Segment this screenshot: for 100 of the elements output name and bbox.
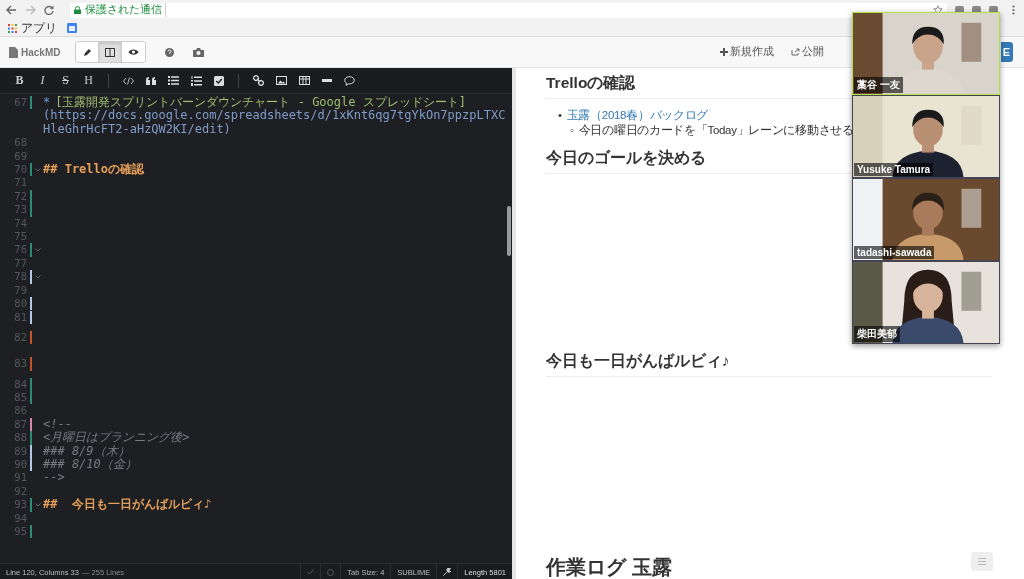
calendar-icon[interactable] — [67, 23, 77, 33]
reload-icon[interactable] — [44, 5, 54, 15]
line-number: 91 — [13, 471, 27, 485]
strikethrough-button[interactable]: S — [54, 73, 77, 88]
line-number: 85 — [13, 390, 27, 405]
bullet-mark: * — [43, 95, 51, 109]
line-number: 95 — [13, 524, 27, 539]
line-number: 93 — [13, 498, 27, 512]
line-number: 87 — [13, 417, 27, 432]
check-icon[interactable] — [307, 569, 315, 575]
columns-icon — [105, 47, 116, 57]
numbered-list-icon[interactable] — [191, 75, 202, 86]
video-tile[interactable]: tadashi-sawada — [852, 178, 1000, 261]
line-number: 76 — [13, 243, 27, 257]
brand-title[interactable]: HackMD — [21, 46, 61, 58]
line-number: 80 — [13, 297, 27, 311]
section-heading: 今日のゴールを決める — [546, 149, 706, 166]
line-number: 74 — [13, 216, 27, 231]
comment-code: --> — [43, 470, 65, 485]
comment-code: <月曜日はプランニング後> — [43, 430, 190, 445]
video-tile[interactable]: 藁谷 一友 — [852, 12, 1000, 95]
line-number: 72 — [13, 189, 27, 204]
line-number: 84 — [13, 377, 27, 391]
participant-name: tadashi-sawada — [854, 246, 935, 259]
italic-button[interactable]: I — [31, 73, 54, 88]
publish-link[interactable]: 公開 — [790, 45, 824, 59]
participant-name: Yusuke Tamura — [854, 163, 934, 176]
scrollbar-thumb[interactable] — [507, 206, 511, 256]
lock-icon — [74, 6, 81, 14]
heading-code: ## 今日も一日がんばルビィ♪ — [43, 497, 212, 512]
table-icon[interactable] — [299, 76, 310, 85]
plus-icon — [719, 48, 728, 56]
camera-icon[interactable] — [193, 47, 205, 57]
fold-icon[interactable] — [35, 167, 41, 172]
link-icon[interactable] — [253, 75, 264, 86]
bullet-list-icon[interactable] — [168, 76, 179, 85]
section-heading: 今日も一日がんばルビィ♪ — [546, 352, 730, 369]
line-number: 79 — [13, 283, 27, 298]
comment-code: ### 8/9（木） — [43, 443, 130, 458]
list-item: 今日の曜日のカードを「Today」レーンに移動させる — [578, 124, 854, 136]
help-icon[interactable] — [165, 47, 175, 57]
address-field[interactable]: 保護された通信 — [70, 2, 947, 18]
share-icon — [790, 48, 800, 56]
section-heading: Trelloの確認 — [546, 74, 636, 91]
fold-icon[interactable] — [35, 274, 41, 279]
new-note-link[interactable]: 新規作成 — [719, 45, 774, 59]
line-number: 68 — [13, 136, 27, 150]
split-mode-button[interactable] — [99, 42, 123, 62]
wrench-icon[interactable] — [443, 568, 452, 576]
line-number: 92 — [13, 484, 27, 499]
view-mode-button[interactable] — [122, 42, 146, 62]
line-number: 69 — [13, 149, 27, 164]
file-icon — [9, 46, 18, 58]
line-number: 71 — [13, 176, 27, 190]
comment-code: ### 8/10（金） — [43, 456, 137, 471]
bullet-mark: • — [558, 109, 562, 121]
video-tile[interactable]: 柴田美郁 — [852, 261, 1000, 344]
list-link[interactable]: 玉露（2018春）バックログ — [566, 109, 709, 121]
line-number: 67 — [13, 96, 27, 110]
comment-code: <!-- — [43, 416, 72, 431]
line-number: 86 — [13, 404, 27, 418]
link-label: [玉露開発スプリントバーンダウンチャート - Google スプレッドシート] — [55, 95, 466, 109]
line-number: 78 — [13, 270, 27, 284]
quote-icon[interactable] — [146, 76, 156, 85]
share-button[interactable]: E — [1000, 42, 1013, 62]
edit-mode-button[interactable] — [76, 42, 100, 62]
star-icon[interactable] — [933, 5, 943, 15]
participant-name: 柴田美郁 — [854, 326, 900, 342]
eye-icon — [128, 48, 140, 56]
link-url: (https://docs.google.com/spreadsheets/d/1xKnt6qg7tgYkOn7ppzpLTXCHleGhrHcFT2-aHzQW2KI/edit) — [43, 109, 507, 137]
fold-icon[interactable] — [35, 248, 41, 253]
security-label: 保護された通信 — [85, 3, 166, 17]
code-icon[interactable] — [123, 76, 134, 85]
back-icon[interactable] — [6, 5, 17, 15]
menu-icon[interactable] — [1012, 5, 1015, 15]
line-number: 89 — [13, 444, 27, 458]
page-heading: 作業ログ 玉露 — [546, 556, 672, 578]
checkbox-icon[interactable] — [214, 75, 224, 86]
heading-button[interactable]: H — [77, 73, 100, 88]
heading-code: ## Trelloの確認 — [43, 162, 145, 177]
line-number: 83 — [13, 357, 27, 371]
line-number: 88 — [13, 431, 27, 445]
line-number: 77 — [13, 256, 27, 271]
line-number: 94 — [13, 511, 27, 525]
comment-icon[interactable] — [344, 75, 355, 86]
menu-icon — [978, 558, 986, 565]
participant-name: 藁谷 一友 — [854, 77, 903, 93]
bold-button[interactable]: B — [8, 73, 31, 88]
image-icon[interactable] — [276, 76, 287, 85]
bullet-mark: ◦ — [570, 124, 574, 136]
apps-icon[interactable] — [8, 23, 17, 33]
line-number: 73 — [13, 203, 27, 217]
line-number: 75 — [13, 230, 27, 244]
video-tile[interactable]: Yusuke Tamura — [852, 95, 1000, 178]
pencil-icon — [82, 47, 92, 57]
fold-icon[interactable] — [35, 502, 41, 507]
apps-bookmark[interactable]: アプリ — [21, 19, 57, 37]
line-number: 82 — [13, 330, 27, 344]
line-number: 70 — [13, 163, 27, 177]
line-number: 81 — [13, 310, 27, 324]
